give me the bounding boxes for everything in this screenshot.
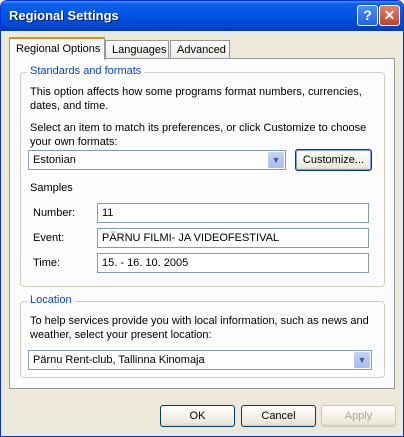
standards-and-formats-group: Standards and formats This option affect…: [20, 65, 385, 287]
event-label: Event:: [33, 232, 65, 244]
window-title: Regional Settings: [9, 8, 119, 23]
number-sample-field: 11: [97, 203, 369, 223]
standards-instruction: Select an item to match its preferences,…: [30, 122, 367, 148]
title-bar[interactable]: Regional Settings ? ✕: [1, 1, 403, 31]
tab-languages[interactable]: Languages: [105, 40, 169, 60]
locale-select[interactable]: Estonian ▼: [28, 150, 286, 170]
chevron-down-icon[interactable]: ▼: [268, 152, 284, 168]
tab-panel-regional-options: Standards and formats This option affect…: [9, 58, 395, 389]
customize-button[interactable]: Customize...: [295, 149, 372, 171]
close-icon: ✕: [383, 7, 396, 23]
ok-button[interactable]: OK: [160, 405, 235, 427]
help-button[interactable]: ?: [357, 5, 378, 26]
number-label: Number:: [33, 207, 76, 219]
standards-legend: Standards and formats: [27, 65, 145, 77]
cancel-button[interactable]: Cancel: [241, 405, 316, 427]
location-select[interactable]: Pärnu Rent-club, Tallinna Kinomaja ▼: [28, 350, 372, 370]
time-label: Time:: [33, 257, 61, 269]
standards-description: This option affects how some programs fo…: [30, 86, 362, 112]
location-description: To help services provide you with local …: [30, 315, 369, 341]
time-sample-field: 15. - 16. 10. 2005: [97, 253, 369, 273]
location-group: Location To help services provide you wi…: [20, 294, 385, 378]
samples-heading: Samples: [30, 182, 73, 194]
location-legend: Location: [27, 294, 75, 306]
event-sample-field: PÄRNU FILMI- JA VIDEOFESTIVAL: [97, 228, 369, 248]
regional-settings-dialog: Regional Settings ? ✕ Regional Options L…: [0, 0, 404, 437]
locale-select-value: Estonian: [33, 154, 76, 166]
chevron-down-icon[interactable]: ▼: [354, 352, 370, 368]
help-icon: ?: [363, 7, 372, 23]
tab-advanced[interactable]: Advanced: [170, 40, 230, 60]
apply-button[interactable]: Apply: [321, 405, 396, 427]
location-select-value: Pärnu Rent-club, Tallinna Kinomaja: [33, 354, 205, 366]
close-button[interactable]: ✕: [379, 5, 400, 26]
tab-regional-options[interactable]: Regional Options: [9, 37, 105, 60]
